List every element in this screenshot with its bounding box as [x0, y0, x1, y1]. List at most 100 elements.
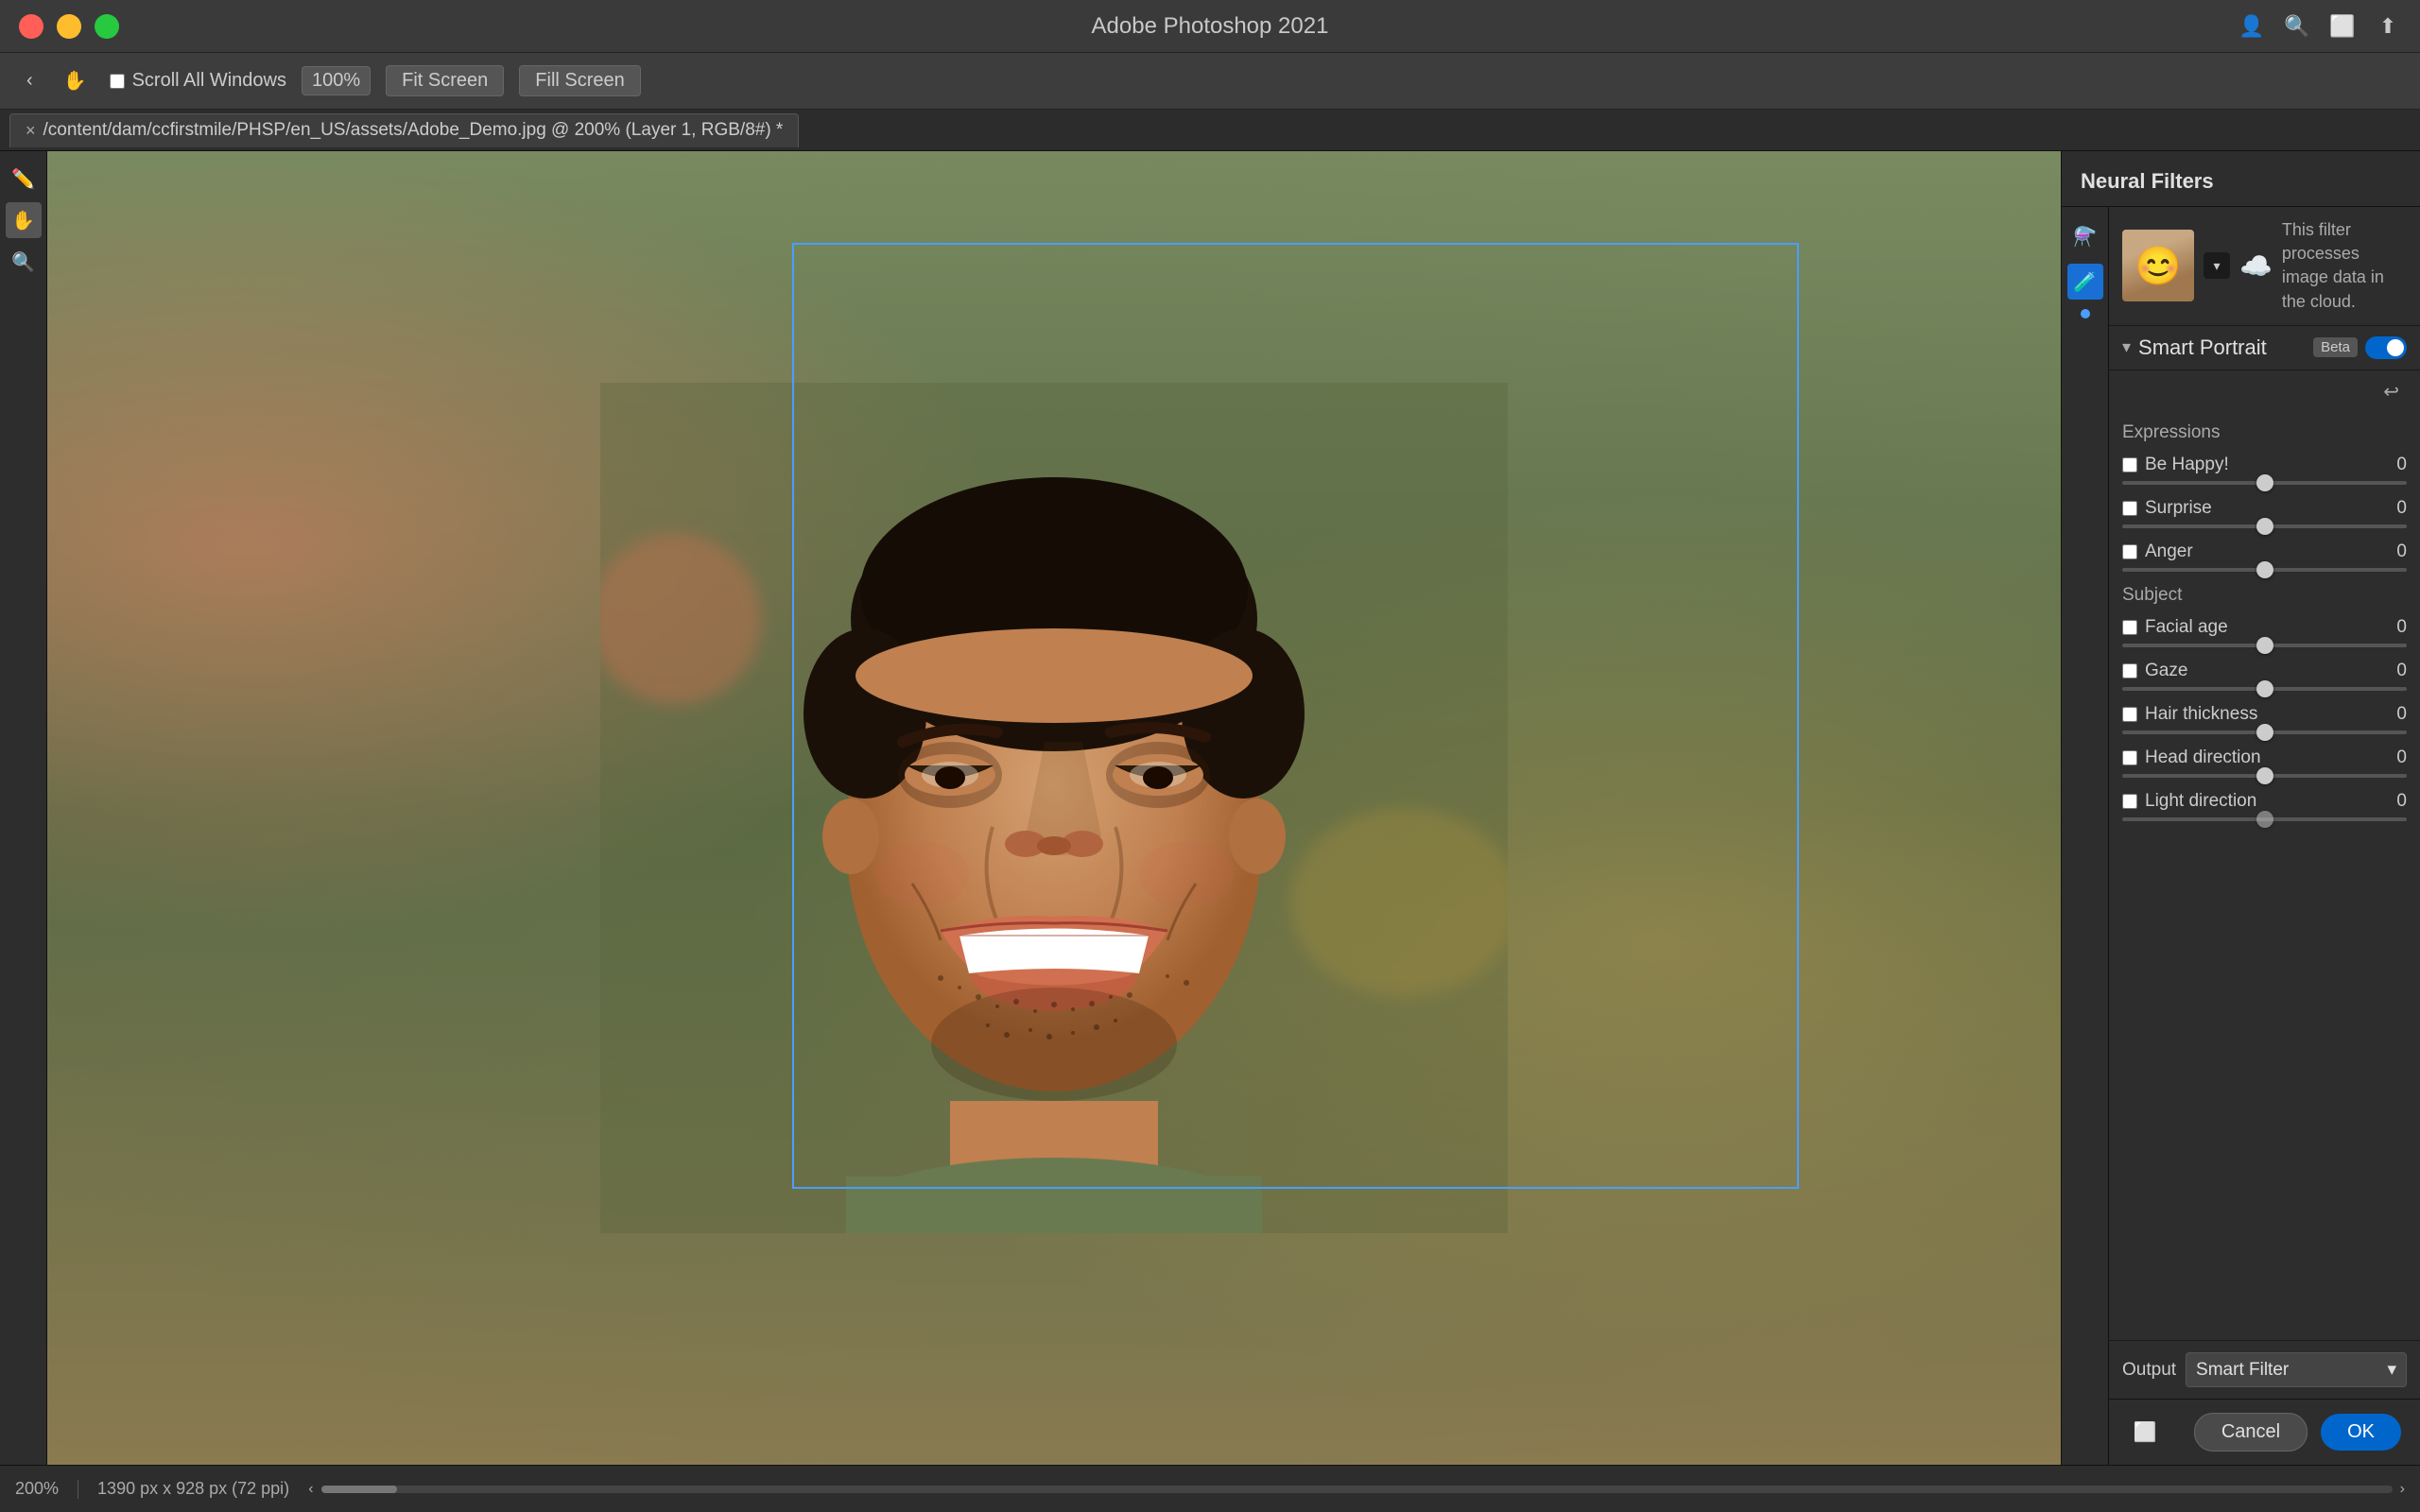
output-section: Output Smart Filter ▾ [2109, 1340, 2420, 1399]
nf-filter-icon[interactable]: ⚗️ [2067, 218, 2103, 254]
hair-thickness-slider-track [2122, 730, 2407, 734]
facial-age-checkbox[interactable] [2122, 620, 2137, 635]
nf-icons-column: ⚗️ 🧪 [2062, 207, 2109, 1465]
head-direction-slider-track [2122, 774, 2407, 778]
neural-filters-title: Neural Filters [2081, 169, 2214, 193]
nf-content-area: ⚗️ 🧪 😊 ▾ ☁️ This filter processes image … [2062, 207, 2420, 1465]
anger-checkbox[interactable] [2122, 544, 2137, 559]
canvas-area [47, 151, 2061, 1465]
ok-button[interactable]: OK [2321, 1414, 2401, 1451]
smart-portrait-header[interactable]: ▾ Smart Portrait Beta [2109, 326, 2420, 370]
cancel-button[interactable]: Cancel [2194, 1413, 2308, 1452]
gaze-checkbox[interactable] [2122, 663, 2137, 679]
nf-dot-indicator [2081, 309, 2090, 318]
gaze-row: Gaze 0 [2122, 661, 2407, 681]
filter-thumbnail: 😊 [2122, 230, 2194, 301]
hand-icon: ✋ [63, 69, 87, 93]
file-tab-close-icon[interactable]: × [26, 121, 36, 141]
facial-age-label: Facial age [2145, 617, 2377, 638]
be-happy-control: Be Happy! 0 [2122, 455, 2407, 485]
layers-icon[interactable]: ⬜ [2128, 1416, 2162, 1450]
back-button[interactable]: ‹ [19, 66, 41, 95]
profile-icon[interactable]: 👤 [2238, 13, 2265, 40]
head-direction-checkbox[interactable] [2122, 750, 2137, 765]
be-happy-value: 0 [2384, 455, 2407, 475]
file-tab[interactable]: × /content/dam/ccfirstmile/PHSP/en_US/as… [9, 113, 799, 147]
canvas-background [47, 151, 2061, 1465]
hand-tool-button[interactable]: ✋ [56, 65, 95, 96]
output-chevron-icon: ▾ [2387, 1359, 2396, 1381]
smart-portrait-badge: Beta [2313, 337, 2358, 357]
dimensions-status: 1390 px x 928 px (72 ppi) [97, 1479, 289, 1499]
facial-age-slider-thumb[interactable] [2256, 637, 2273, 654]
head-direction-row: Head direction 0 [2122, 747, 2407, 768]
surprise-value: 0 [2384, 498, 2407, 519]
head-direction-control: Head direction 0 [2122, 747, 2407, 778]
light-direction-checkbox[interactable] [2122, 794, 2137, 809]
fill-screen-button[interactable]: Fill Screen [519, 65, 640, 96]
facial-age-row: Facial age 0 [2122, 617, 2407, 638]
facial-age-value: 0 [2384, 617, 2407, 638]
scroll-indicator: ‹ › [308, 1481, 2405, 1498]
hair-thickness-label: Hair thickness [2145, 704, 2377, 725]
output-select[interactable]: Smart Filter ▾ [2186, 1352, 2407, 1387]
file-tab-bar: × /content/dam/ccfirstmile/PHSP/en_US/as… [0, 110, 2420, 151]
anger-slider-thumb[interactable] [2256, 561, 2273, 578]
gaze-slider-thumb[interactable] [2256, 680, 2273, 697]
scroll-left-arrow[interactable]: ‹ [308, 1481, 313, 1498]
zoom-display: 100% [302, 66, 371, 95]
window-title: Adobe Photoshop 2021 [1092, 13, 1329, 40]
tools-panel: ✏️ ✋ 🔍 [0, 151, 47, 1465]
hair-thickness-value: 0 [2384, 704, 2407, 725]
be-happy-row: Be Happy! 0 [2122, 455, 2407, 475]
be-happy-checkbox[interactable] [2122, 457, 2137, 472]
filter-expand-button[interactable]: ▾ [2204, 252, 2230, 279]
arrange-icon[interactable]: ⬜ [2329, 13, 2356, 40]
sp-chevron-icon[interactable]: ▾ [2122, 337, 2131, 357]
maximize-button[interactable] [95, 14, 119, 39]
scroll-all-windows-label: Scroll All Windows [132, 70, 286, 92]
head-direction-slider-thumb[interactable] [2256, 767, 2273, 784]
minimize-button[interactable] [57, 14, 81, 39]
hair-thickness-slider-thumb[interactable] [2256, 724, 2273, 741]
expressions-label: Expressions [2122, 422, 2407, 443]
scroll-right-arrow[interactable]: › [2400, 1481, 2405, 1498]
be-happy-slider-thumb[interactable] [2256, 474, 2273, 491]
cloud-icon: ☁️ [2239, 250, 2273, 282]
share-icon[interactable]: ⬆ [2375, 13, 2401, 40]
surprise-slider-thumb[interactable] [2256, 518, 2273, 535]
surprise-control: Surprise 0 [2122, 498, 2407, 528]
filter-thumbnail-row: 😊 ▾ ☁️ This filter processes image data … [2109, 207, 2420, 326]
facial-age-control: Facial age 0 [2122, 617, 2407, 647]
nf-main: 😊 ▾ ☁️ This filter processes image data … [2109, 207, 2420, 1465]
light-direction-value: 0 [2384, 791, 2407, 812]
light-direction-slider-thumb[interactable] [2256, 811, 2273, 828]
filter-top-row: 😊 ▾ ☁️ This filter processes image data … [2122, 218, 2407, 314]
status-bar: 200% 1390 px x 928 px (72 ppi) ‹ › [0, 1465, 2420, 1512]
output-value: Smart Filter [2196, 1360, 2289, 1381]
zoom-status: 200% [15, 1479, 59, 1499]
edit-tool-icon[interactable]: ✏️ [6, 161, 42, 197]
hair-thickness-row: Hair thickness 0 [2122, 704, 2407, 725]
horizontal-scrollbar[interactable] [321, 1486, 2393, 1493]
zoom-tool-icon[interactable]: 🔍 [6, 244, 42, 280]
hair-thickness-checkbox[interactable] [2122, 707, 2137, 722]
smart-portrait-toggle[interactable] [2365, 336, 2407, 359]
light-direction-row: Light direction 0 [2122, 791, 2407, 812]
neural-filters-header: Neural Filters [2062, 151, 2420, 207]
reset-button[interactable]: ↩ [2376, 376, 2407, 407]
search-icon[interactable]: 🔍 [2284, 13, 2310, 40]
surprise-slider-track [2122, 524, 2407, 528]
hand-tool-icon[interactable]: ✋ [6, 202, 42, 238]
nf-active-icon[interactable]: 🧪 [2067, 264, 2103, 300]
face-image [47, 151, 2061, 1465]
title-bar: Adobe Photoshop 2021 👤 🔍 ⬜ ⬆ [0, 0, 2420, 53]
scroll-all-windows-checkbox[interactable]: Scroll All Windows [110, 70, 286, 92]
surprise-checkbox[interactable] [2122, 501, 2137, 516]
close-button[interactable] [19, 14, 43, 39]
surprise-label: Surprise [2145, 498, 2377, 519]
fit-screen-button[interactable]: Fit Screen [386, 65, 504, 96]
window-controls [19, 14, 119, 39]
gaze-control: Gaze 0 [2122, 661, 2407, 691]
gaze-slider-track [2122, 687, 2407, 691]
